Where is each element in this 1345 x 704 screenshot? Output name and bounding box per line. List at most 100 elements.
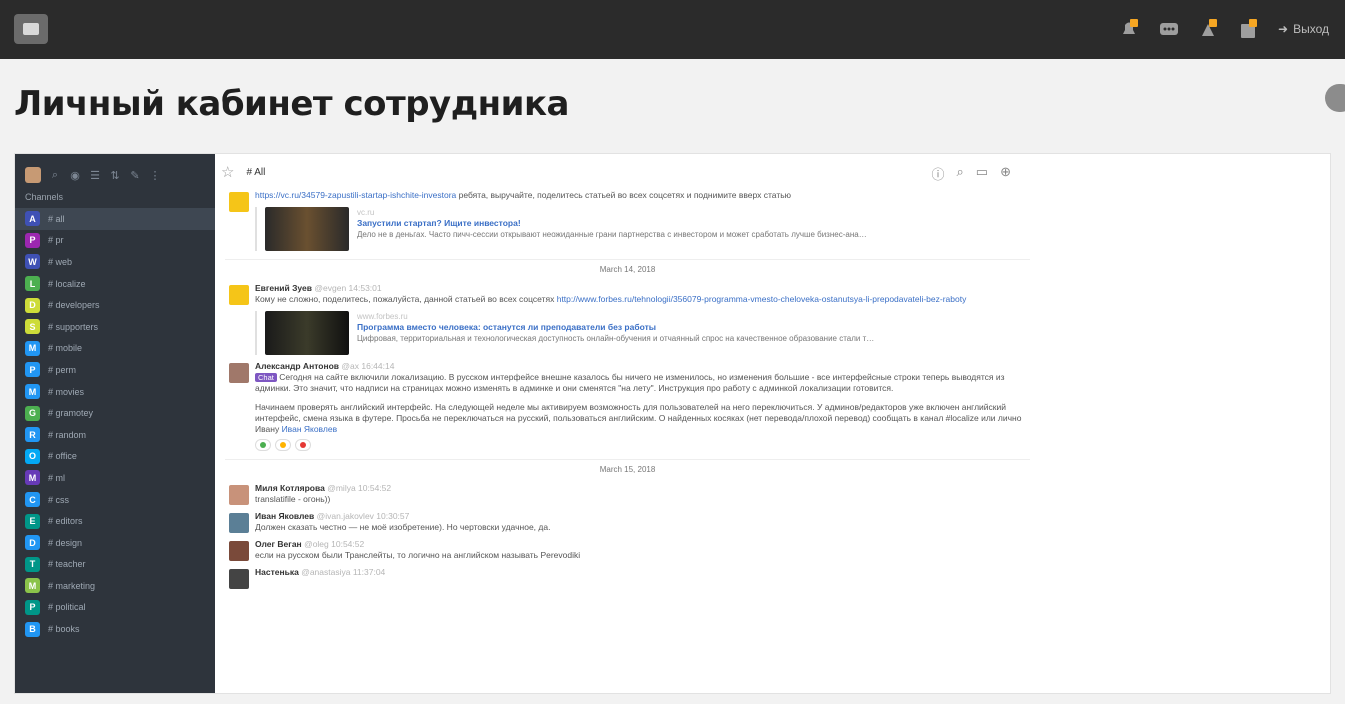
avatar xyxy=(229,363,249,383)
panel-toggle-button[interactable] xyxy=(1325,84,1345,112)
sidebar-item-label: # developers xyxy=(48,300,100,311)
preview-image xyxy=(265,311,349,355)
sidebar-item[interactable]: M # movies xyxy=(15,381,215,403)
sidebar-item[interactable]: L # localize xyxy=(15,273,215,295)
sidebar-item[interactable]: G # gramotey xyxy=(15,402,215,424)
sidebar-item[interactable]: S # supporters xyxy=(15,316,215,338)
chat-icon[interactable] xyxy=(1158,18,1180,40)
sidebar-item[interactable]: D # design xyxy=(15,532,215,554)
sidebar-item-label: # css xyxy=(48,494,70,505)
sidebar-item[interactable]: T # teacher xyxy=(15,554,215,576)
edit-icon[interactable]: ✎ xyxy=(129,169,141,182)
star-icon[interactable]: ☆ xyxy=(221,163,234,181)
reaction-button[interactable] xyxy=(275,439,291,451)
sidebar-item[interactable]: M # ml xyxy=(15,467,215,489)
message-text: translatifile - огонь)) xyxy=(255,494,331,504)
sidebar-item-label: # mobile xyxy=(48,343,83,354)
channel-badge: R xyxy=(25,427,40,443)
sidebar-item[interactable]: P # political xyxy=(15,597,215,619)
sidebar-item[interactable]: M # mobile xyxy=(15,338,215,360)
sidebar-item-label: # editors xyxy=(48,516,83,527)
list-item: Евгений Зуев @evgen 14:53:01 Кому не сло… xyxy=(225,283,1030,355)
channel-badge: M xyxy=(25,384,40,400)
sort-icon[interactable]: ⇅ xyxy=(109,169,121,182)
room-actions: ⓘ ⌕ ▭ ⊕ xyxy=(932,164,1012,183)
message-author[interactable]: Александр Антонов xyxy=(255,361,339,371)
list-item: Настенька @anastasiya 11:37:04 xyxy=(225,567,1030,589)
info-icon[interactable]: ⓘ xyxy=(932,164,945,183)
search-icon[interactable]: ⌕ xyxy=(49,169,61,182)
discussion-icon[interactable]: ▭ xyxy=(976,164,988,183)
preview-description: Дело не в деньгах. Часто пичч-сессии отк… xyxy=(357,230,867,239)
sidebar-item[interactable]: D # developers xyxy=(15,294,215,316)
sidebar-item-label: # design xyxy=(48,537,83,548)
directory-icon[interactable]: ◉ xyxy=(69,169,81,182)
logout-label: Выход xyxy=(1293,22,1329,36)
reaction-button[interactable] xyxy=(255,439,271,451)
channel-badge: O xyxy=(25,448,40,464)
channel-badge: D xyxy=(25,297,40,313)
sidebar-item-label: # movies xyxy=(48,386,85,397)
sidebar-item[interactable]: P # pr xyxy=(15,230,215,252)
preview-site: www.forbes.ru xyxy=(357,312,408,321)
sidebar-item[interactable]: M # marketing xyxy=(15,575,215,597)
message-link[interactable]: https://vc.ru/34579-zapustili-startap-is… xyxy=(255,190,456,200)
link-preview[interactable]: vc.ru Запустили стартап? Ищите инвестора… xyxy=(255,207,1030,251)
calendar-icon[interactable] xyxy=(1238,18,1260,40)
sidebar-item-label: # web xyxy=(48,256,73,267)
sidebar-item[interactable]: O # office xyxy=(15,446,215,468)
channel-badge: S xyxy=(25,319,40,335)
channel-badge: P xyxy=(25,599,40,615)
avatar xyxy=(229,192,249,212)
list-item: Александр Антонов @ax 16:44:14 Chat Сего… xyxy=(225,361,1030,451)
sidebar-item[interactable]: B # books xyxy=(15,618,215,640)
sidebar-item[interactable]: P # perm xyxy=(15,359,215,381)
mention-link[interactable]: Иван Яковлев xyxy=(282,424,338,434)
bell-icon[interactable] xyxy=(1118,18,1140,40)
message-text: Кому не сложно, поделитесь, пожалуйста, … xyxy=(255,294,557,304)
channel-badge: B xyxy=(25,621,40,637)
page-title: Личный кабинет сотрудника xyxy=(14,84,570,124)
list-view-icon[interactable]: ☰ xyxy=(89,169,101,182)
sidebar-item[interactable]: E # editors xyxy=(15,510,215,532)
sidebar-section-label: Channels xyxy=(25,192,64,202)
empty-panel xyxy=(1032,154,1330,693)
channel-badge: M xyxy=(25,578,40,594)
message-link[interactable]: http://www.forbes.ru/tehnologii/356079-p… xyxy=(557,294,967,304)
sidebar-item-label: # perm xyxy=(48,364,77,375)
sidebar-item[interactable]: A # all xyxy=(15,208,215,230)
message-author[interactable]: Настенька xyxy=(255,567,299,577)
room-header: ☆ # All ⓘ ⌕ ▭ ⊕ xyxy=(215,154,1035,190)
message-author[interactable]: Миля Котлярова xyxy=(255,483,325,493)
avatar xyxy=(229,513,249,533)
avatar[interactable] xyxy=(25,167,41,183)
preview-title[interactable]: Запустили стартап? Ищите инвестора! xyxy=(357,218,867,229)
channel-badge: T xyxy=(25,556,40,572)
message-text: ребята, выручайте, поделитесь статьей во… xyxy=(456,190,792,200)
message-author[interactable]: Олег Веган xyxy=(255,539,302,549)
channel-badge: A xyxy=(25,211,40,227)
status-badge: Chat xyxy=(255,373,277,382)
sidebar-item-label: # political xyxy=(48,602,86,613)
message-handle: @evgen 14:53:01 xyxy=(314,283,382,293)
more-icon[interactable]: ⋮ xyxy=(149,169,161,182)
message-author[interactable]: Евгений Зуев xyxy=(255,283,312,293)
message-text: Должен сказать честно — не моё изобретен… xyxy=(255,522,551,532)
message-author[interactable]: Иван Яковлев xyxy=(255,511,314,521)
menu-icon[interactable] xyxy=(14,14,48,44)
preview-title[interactable]: Программа вместо человека: останутся ли … xyxy=(357,322,874,333)
reaction-button[interactable] xyxy=(295,439,311,451)
date-separator: March 14, 2018 xyxy=(225,259,1030,275)
link-preview[interactable]: www.forbes.ru Программа вместо человека:… xyxy=(255,311,1030,355)
message-text: если на русском были Транслейты, то логи… xyxy=(255,550,581,560)
sidebar-item-label: # localize xyxy=(48,278,86,289)
sidebar-item[interactable]: R # random xyxy=(15,424,215,446)
sidebar-item-label: # books xyxy=(48,624,80,635)
alert-icon[interactable] xyxy=(1198,18,1220,40)
sidebar-item[interactable]: W # web xyxy=(15,251,215,273)
logout-button[interactable]: ➜ Выход xyxy=(1278,22,1329,36)
avatar xyxy=(229,485,249,505)
add-user-icon[interactable]: ⊕ xyxy=(1000,164,1011,183)
search-icon[interactable]: ⌕ xyxy=(957,164,964,183)
sidebar-item[interactable]: C # css xyxy=(15,489,215,511)
